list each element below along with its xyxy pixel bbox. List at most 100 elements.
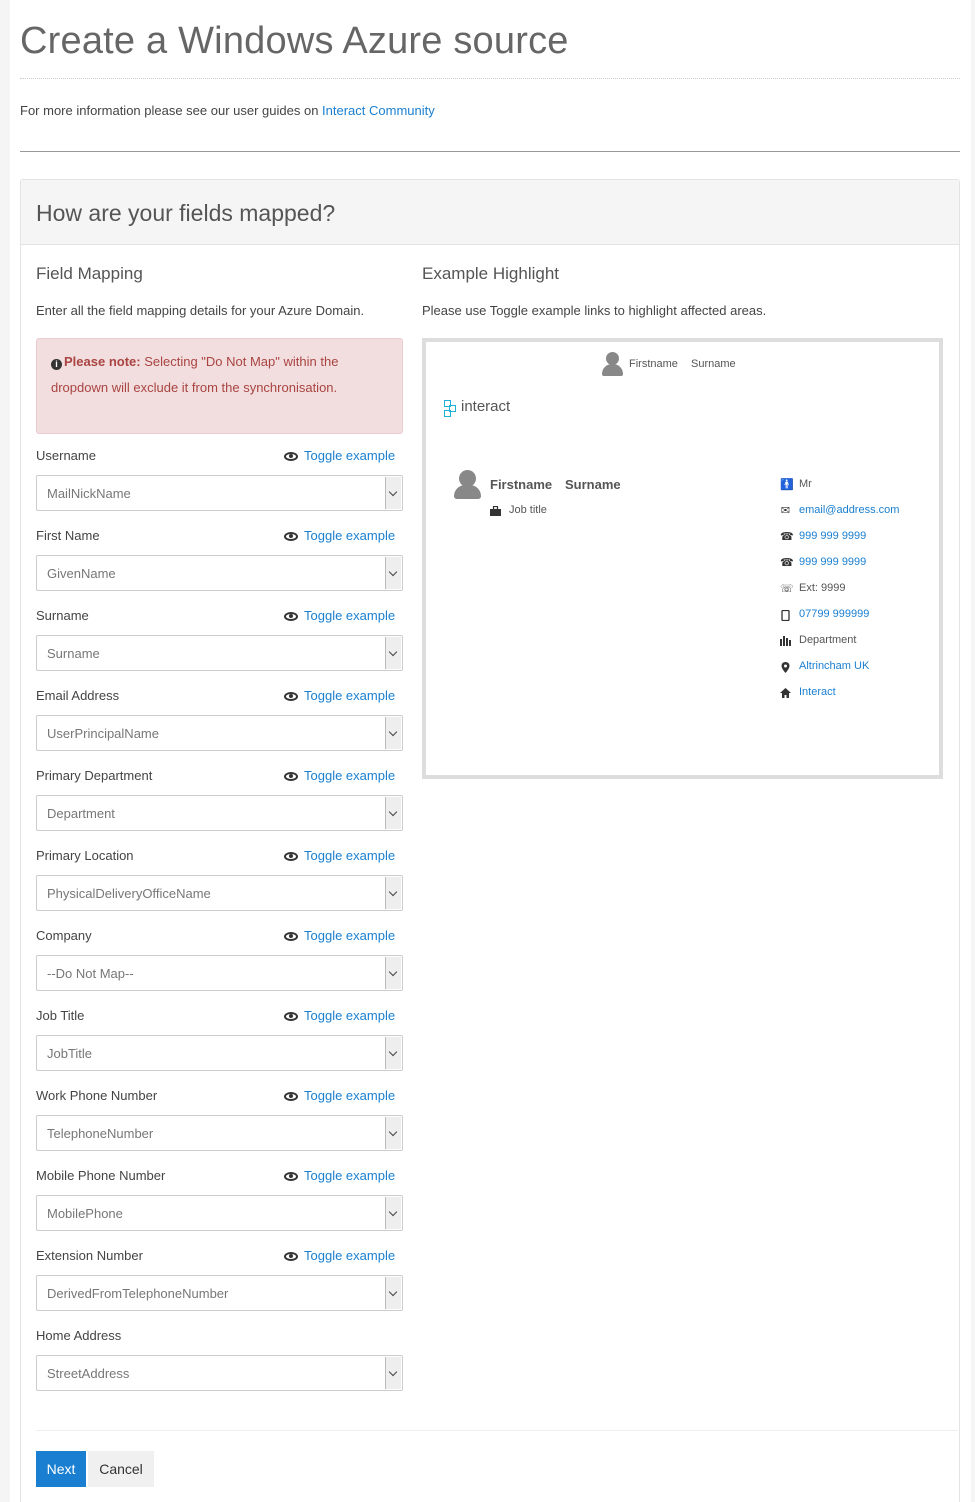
chevron-down-icon[interactable]: [385, 717, 401, 749]
chevron-down-icon[interactable]: [385, 477, 401, 509]
work-phone-number-select[interactable]: TelephoneNumber: [36, 1115, 403, 1151]
extension-number-toggle-example[interactable]: Toggle example: [284, 1248, 395, 1263]
eye-icon: [284, 932, 298, 941]
toggle-example-label: Toggle example: [304, 448, 396, 463]
chevron-down-icon[interactable]: [385, 797, 401, 829]
primary-department-label: Primary Department: [36, 768, 153, 783]
do-not-map-note: i Please note: Selecting "Do Not Map" wit…: [36, 338, 403, 434]
mobile-phone-number-toggle-example[interactable]: Toggle example: [284, 1168, 395, 1183]
work-phone-number-selected-value: TelephoneNumber: [47, 1126, 154, 1141]
interact-community-link[interactable]: Interact Community: [322, 103, 435, 118]
job-title-select[interactable]: JobTitle: [36, 1035, 403, 1071]
chevron-down-icon[interactable]: [385, 557, 401, 589]
interact-logo-icon: [444, 400, 457, 417]
job-title-toggle-example[interactable]: Toggle example: [284, 1008, 395, 1023]
panel-header: How are your fields mapped?: [21, 180, 959, 245]
mobile-icon: [780, 609, 791, 622]
panel-title: How are your fields mapped?: [36, 200, 336, 226]
example-preview: Firstname Surname interact Firstname Sur…: [422, 338, 943, 779]
card-firstname: Firstname: [490, 477, 553, 492]
home-address-select[interactable]: StreetAddress: [36, 1355, 403, 1391]
detail-title: Mr: [799, 478, 812, 490]
username-label: Username: [36, 448, 96, 463]
chevron-down-icon[interactable]: [385, 1277, 401, 1309]
primary-location-toggle-example[interactable]: Toggle example: [284, 848, 395, 863]
primary-department-select[interactable]: Department: [36, 795, 403, 831]
chevron-down-icon[interactable]: [385, 1117, 401, 1149]
surname-select[interactable]: Surname: [36, 635, 403, 671]
surname-selected-value: Surname: [47, 646, 100, 661]
surname-toggle-example[interactable]: Toggle example: [284, 608, 395, 623]
email-address-label: Email Address: [36, 688, 120, 703]
detail-department: Department: [799, 634, 857, 646]
company-selected-value: --Do Not Map--: [47, 966, 134, 981]
example-description: Please use Toggle example links to highl…: [422, 303, 767, 318]
detail-extension: Ext: 9999: [799, 582, 846, 594]
note-label: Please note:: [64, 354, 141, 369]
eye-icon: [284, 692, 298, 701]
chevron-down-icon[interactable]: [385, 1197, 401, 1229]
toggle-example-label: Toggle example: [304, 688, 396, 703]
field-mapping-description: Enter all the field mapping details for …: [36, 303, 365, 318]
extension-icon: ☏: [780, 583, 794, 595]
first-name-select[interactable]: GivenName: [36, 555, 403, 591]
primary-department-toggle-example[interactable]: Toggle example: [284, 768, 395, 783]
toggle-example-label: Toggle example: [304, 1088, 396, 1103]
info-icon: i: [51, 359, 62, 370]
card-job-title: Job title: [509, 504, 547, 516]
mobile-phone-number-label: Mobile Phone Number: [36, 1168, 166, 1183]
eye-icon: [284, 1092, 298, 1101]
eye-icon: [284, 612, 298, 621]
next-button[interactable]: Next: [36, 1451, 86, 1487]
example-heading: Example Highlight: [422, 264, 560, 283]
company-toggle-example[interactable]: Toggle example: [284, 928, 395, 943]
info-text: For more information please see our user…: [20, 103, 435, 118]
email-address-toggle-example[interactable]: Toggle example: [284, 688, 395, 703]
chevron-down-icon[interactable]: [385, 1357, 401, 1389]
username-toggle-example[interactable]: Toggle example: [284, 448, 395, 463]
chevron-down-icon[interactable]: [385, 877, 401, 909]
username-select[interactable]: MailNickName: [36, 475, 403, 511]
detail-phone-1: 999 999 9999: [799, 530, 867, 542]
toggle-example-label: Toggle example: [304, 1168, 396, 1183]
first-name-selected-value: GivenName: [47, 566, 116, 581]
page-title: Create a Windows Azure source: [20, 20, 569, 62]
email-address-select[interactable]: UserPrincipalName: [36, 715, 403, 751]
work-phone-number-toggle-example[interactable]: Toggle example: [284, 1088, 395, 1103]
chevron-down-icon[interactable]: [385, 957, 401, 989]
toggle-example-label: Toggle example: [304, 528, 396, 543]
extension-number-selected-value: DerivedFromTelephoneNumber: [47, 1286, 229, 1301]
eye-icon: [284, 532, 298, 541]
header-surname: Surname: [691, 358, 736, 370]
home-address-label: Home Address: [36, 1328, 122, 1343]
info-prefix: For more information please see our user…: [20, 103, 323, 118]
toggle-example-label: Toggle example: [304, 1008, 396, 1023]
card-avatar-body: [454, 485, 481, 499]
chevron-down-icon[interactable]: [385, 1037, 401, 1069]
company-select[interactable]: --Do Not Map--: [36, 955, 403, 991]
title-divider: [20, 78, 960, 79]
job-title-selected-value: JobTitle: [47, 1046, 93, 1061]
extension-number-select[interactable]: DerivedFromTelephoneNumber: [36, 1275, 403, 1311]
mobile-phone-number-select[interactable]: MobilePhone: [36, 1195, 403, 1231]
username-selected-value: MailNickName: [47, 486, 131, 501]
first-name-toggle-example[interactable]: Toggle example: [284, 528, 395, 543]
detail-mobile: 07799 999999: [799, 608, 870, 620]
header-firstname: Firstname: [629, 358, 678, 370]
extension-number-label: Extension Number: [36, 1248, 143, 1263]
cancel-button[interactable]: Cancel: [88, 1451, 154, 1487]
first-name-label: First Name: [36, 528, 100, 543]
eye-icon: [284, 1172, 298, 1181]
location-pin-icon: [780, 662, 791, 673]
department-icon: [780, 636, 791, 647]
detail-email: email@address.com: [799, 504, 900, 516]
phone-icon: ☎: [780, 531, 794, 543]
mobile-phone-number-selected-value: MobilePhone: [47, 1206, 123, 1221]
job-title-label: Job Title: [36, 1008, 85, 1023]
eye-icon: [284, 452, 298, 461]
primary-location-select[interactable]: PhysicalDeliveryOfficeName: [36, 875, 403, 911]
page-gutter-right: [971, 0, 975, 1502]
home-address-selected-value: StreetAddress: [47, 1366, 130, 1381]
header-divider: [20, 151, 960, 152]
chevron-down-icon[interactable]: [385, 637, 401, 669]
